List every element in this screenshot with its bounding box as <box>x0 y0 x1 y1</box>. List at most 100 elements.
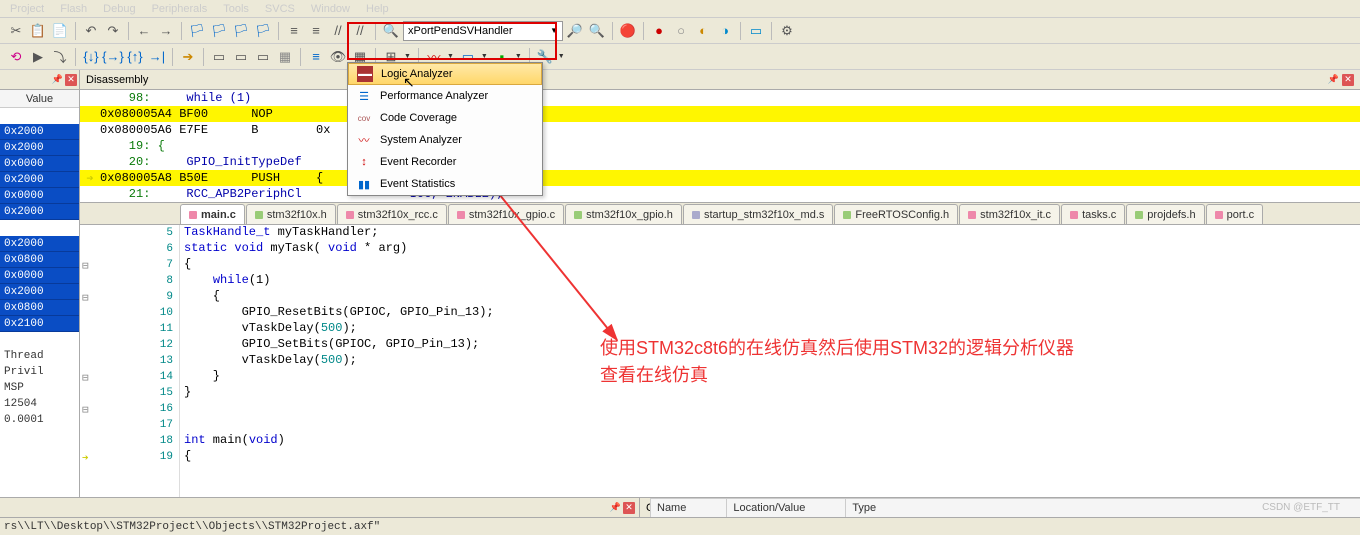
step-over-icon[interactable]: {→} <box>103 47 123 67</box>
copy-icon[interactable]: 📋 <box>28 21 48 41</box>
callstack-icon[interactable]: ≡ <box>306 47 326 67</box>
separator <box>172 48 173 66</box>
register-value[interactable]: 0x0800 <box>0 300 79 316</box>
step-into-icon[interactable]: {↓} <box>81 47 101 67</box>
run-to-cursor-icon[interactable]: →| <box>147 47 167 67</box>
file-tab[interactable]: stm32f10x_gpio.h <box>565 204 682 224</box>
menu-item[interactable]: Flash <box>52 3 95 15</box>
menu-item[interactable]: SVCS <box>257 3 303 15</box>
show-next-icon[interactable]: ➔ <box>178 47 198 67</box>
file-tab[interactable]: projdefs.h <box>1126 204 1204 224</box>
close-icon[interactable]: ✕ <box>623 502 635 514</box>
menu-logic-analyzer[interactable]: ▬▬ Logic Analyzer <box>348 63 542 85</box>
file-tab[interactable]: stm32f10x_it.c <box>959 204 1060 224</box>
pin-icon[interactable]: 📌 <box>610 502 621 513</box>
file-tab[interactable]: FreeRTOSConfig.h <box>834 204 958 224</box>
bookmark-prev-icon[interactable]: 🏳 <box>209 21 229 41</box>
tab-label: port.c <box>1227 209 1255 221</box>
register-value[interactable]: 0x2000 <box>0 140 79 156</box>
pin-icon[interactable]: 📌 <box>1328 74 1339 84</box>
menu-item[interactable]: Peripherals <box>144 3 216 15</box>
menu-event-statistics[interactable]: ▮▮ Event Statistics <box>348 173 542 195</box>
register-value[interactable]: 0x2100 <box>0 316 79 332</box>
debug-icon[interactable]: 🔴 <box>618 21 638 41</box>
config-icon[interactable]: ⚙ <box>777 21 797 41</box>
find-icon[interactable]: 🔍 <box>381 21 401 41</box>
menu-event-recorder[interactable]: ↕ Event Recorder <box>348 151 542 173</box>
register-value[interactable]: 0x0000 <box>0 156 79 172</box>
file-tab[interactable]: stm32f10x_gpio.c <box>448 204 564 224</box>
outdent-icon[interactable]: ≡ <box>306 21 326 41</box>
code-line: TaskHandle_t myTaskHandler; <box>184 225 1360 241</box>
breakpoint-icon[interactable]: ● <box>649 21 669 41</box>
code-line <box>184 417 1360 433</box>
breakpoint-disable-icon[interactable]: ○ <box>671 21 691 41</box>
bookmark-next-icon[interactable]: 🏳 <box>231 21 251 41</box>
register-value[interactable]: 0x0000 <box>0 268 79 284</box>
register-value[interactable]: 0x2000 <box>0 204 79 220</box>
line-number: ⊟9 <box>80 289 179 305</box>
line-number: 6 <box>80 241 179 257</box>
register-value[interactable]: 0x2000 <box>0 284 79 300</box>
menu-item[interactable]: Project <box>2 3 52 15</box>
tab-label: tasks.c <box>1082 209 1116 221</box>
breakpoint-enable-icon[interactable]: ◑ <box>715 21 735 41</box>
register-value[interactable]: 0x2000 <box>0 124 79 140</box>
thread-info: Thread <box>0 348 79 364</box>
file-tab[interactable]: tasks.c <box>1061 204 1125 224</box>
col-type[interactable]: Type <box>845 499 916 517</box>
col-name[interactable]: Name <box>650 499 726 517</box>
file-tab[interactable]: startup_stm32f10x_md.s <box>683 204 833 224</box>
breakpoint-kill-icon[interactable]: ◐ <box>693 21 713 41</box>
col-location[interactable]: Location/Value <box>726 499 845 517</box>
symbol-window-icon[interactable]: ▭ <box>253 47 273 67</box>
file-tab[interactable]: stm32f10x_rcc.c <box>337 204 447 224</box>
register-value[interactable]: 0x2000 <box>0 172 79 188</box>
find-in-files-icon[interactable]: 🔎 <box>565 21 585 41</box>
redo-icon[interactable]: ↷ <box>103 21 123 41</box>
close-icon[interactable]: ✕ <box>1342 74 1354 86</box>
symbol-combo[interactable]: xPortPendSVHandler ▼ <box>403 21 563 41</box>
run-icon[interactable]: ▶ <box>28 47 48 67</box>
cmd-window-icon[interactable]: ▭ <box>209 47 229 67</box>
register-value[interactable]: 0x0000 <box>0 188 79 204</box>
register-value[interactable]: 0x2000 <box>0 236 79 252</box>
menu-item[interactable]: Window <box>303 3 358 15</box>
registers-icon[interactable]: ▦ <box>275 47 295 67</box>
menu-item[interactable]: Help <box>358 3 397 15</box>
uncomment-icon[interactable]: // <box>350 21 370 41</box>
menu-item[interactable]: Tools <box>215 3 257 15</box>
nav-fwd-icon[interactable]: → <box>156 21 176 41</box>
file-tab[interactable]: port.c <box>1206 204 1264 224</box>
step-icon[interactable]: ⤵ <box>50 47 70 67</box>
nav-back-icon[interactable]: ← <box>134 21 154 41</box>
menu-system-analyzer[interactable]: 〰 System Analyzer <box>348 129 542 151</box>
menu-performance-analyzer[interactable]: ☰ Performance Analyzer <box>348 85 542 107</box>
code-line: static void myTask( void * arg) <box>184 241 1360 257</box>
cut-icon[interactable]: ✂ <box>6 21 26 41</box>
incremental-find-icon[interactable]: 🔍 <box>587 21 607 41</box>
comment-icon[interactable]: // <box>328 21 348 41</box>
line-number: ⊟7 <box>80 257 179 273</box>
reset-icon[interactable]: ⟲ <box>6 47 26 67</box>
menu-code-coverage[interactable]: cov Code Coverage <box>348 107 542 129</box>
paste-icon[interactable]: 📄 <box>50 21 70 41</box>
bookmark-clear-icon[interactable]: 🏳 <box>253 21 273 41</box>
file-tab[interactable]: stm32f10x.h <box>246 204 336 224</box>
indent-icon[interactable]: ≡ <box>284 21 304 41</box>
window-icon[interactable]: ▭ <box>746 21 766 41</box>
disasm-window-icon[interactable]: ▭ <box>231 47 251 67</box>
step-out-icon[interactable]: {↑} <box>125 47 145 67</box>
pin-icon[interactable]: 📌 <box>52 74 63 85</box>
tab-label: FreeRTOSConfig.h <box>855 209 949 221</box>
menu-label: Logic Analyzer <box>381 68 453 80</box>
file-tab[interactable]: main.c <box>180 204 245 224</box>
register-value[interactable]: 0x0800 <box>0 252 79 268</box>
watch-icon[interactable]: 👁 <box>328 47 348 67</box>
disassembly-view[interactable]: 98: while (1) 0x080005A4 BF00 NOP 0x0800… <box>80 90 1360 203</box>
toolbar-debug: ⟲ ▶ ⤵ {↓} {→} {↑} →| ➔ ▭ ▭ ▭ ▦ ≡ 👁 ▦ ⊞▼ … <box>0 44 1360 70</box>
undo-icon[interactable]: ↶ <box>81 21 101 41</box>
menu-item[interactable]: Debug <box>95 3 143 15</box>
bookmark-icon[interactable]: 🏳 <box>187 21 207 41</box>
close-icon[interactable]: ✕ <box>65 74 77 86</box>
